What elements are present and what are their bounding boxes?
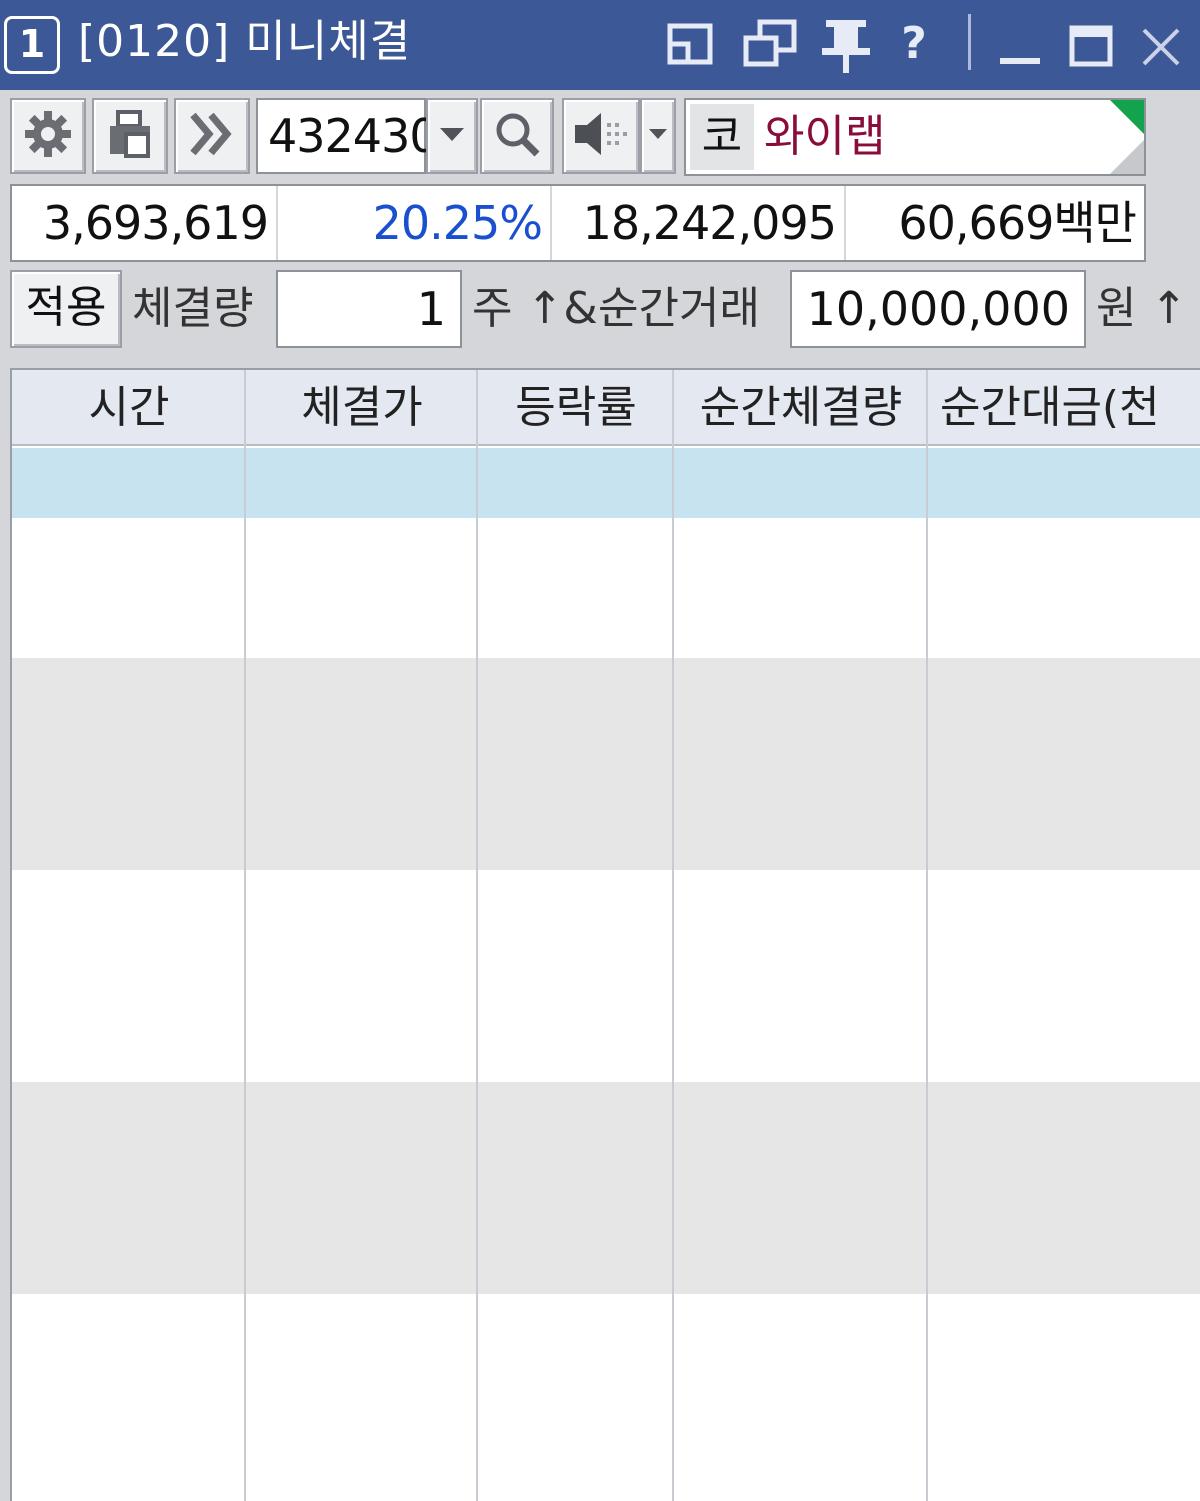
column-header-instant-amount[interactable]: 순간대금(천 <box>928 370 1200 446</box>
table-row[interactable] <box>12 1294 1200 1501</box>
table-row[interactable] <box>12 658 1200 870</box>
window-cascade-icon[interactable] <box>742 12 800 76</box>
minimize-icon[interactable] <box>996 12 1044 76</box>
column-header-time[interactable]: 시간 <box>12 370 246 446</box>
column-header-price[interactable]: 체결가 <box>246 370 478 446</box>
amount-filter-label: 순간거래 <box>598 283 760 334</box>
window-number-badge: 1 <box>4 16 60 74</box>
trade-grid[interactable]: 시간 체결가 등락률 순간체결량 순간대금(천 <box>10 368 1200 1501</box>
current-price: 3,693,619 <box>42 196 269 250</box>
pin-icon[interactable] <box>820 12 872 76</box>
corner-fold-icon <box>1110 140 1144 174</box>
column-divider <box>926 370 928 1501</box>
trade-volume: 18,242,095 <box>550 186 844 260</box>
link-screen-icon <box>104 108 156 164</box>
change-rate: 20.25% <box>276 186 550 260</box>
table-row[interactable] <box>12 518 1200 658</box>
stock-name: 와이랩 <box>764 111 886 162</box>
table-row[interactable] <box>12 1082 1200 1294</box>
stock-code-input[interactable]: 432430 <box>256 98 439 174</box>
gear-icon <box>23 109 73 163</box>
market-badge: 코 <box>690 104 754 170</box>
selected-row[interactable] <box>12 448 1200 518</box>
trade-amount: 60,669백만 <box>844 186 1144 260</box>
column-divider <box>672 370 674 1501</box>
titlebar-separator <box>968 14 971 70</box>
column-divider <box>244 370 246 1501</box>
sound-dropdown-button[interactable] <box>640 98 676 174</box>
stock-code-dropdown-button[interactable] <box>426 98 478 174</box>
title-bar: 1 [0120] 미니체결 ? <box>0 0 1200 90</box>
window-title: [0120] 미니체결 <box>78 16 412 67</box>
search-button[interactable] <box>480 98 554 174</box>
column-divider <box>476 370 478 1501</box>
maximize-icon[interactable] <box>1066 12 1116 76</box>
chevron-down-icon <box>438 124 466 148</box>
close-icon[interactable] <box>1138 12 1184 76</box>
next-screen-button[interactable] <box>174 98 250 174</box>
double-chevron-right-icon <box>187 109 237 163</box>
link-screen-button[interactable] <box>92 98 168 174</box>
search-icon <box>492 109 542 163</box>
volume-filter-label: 체결량 <box>132 283 254 334</box>
help-icon[interactable]: ? <box>890 12 938 76</box>
column-header-instant-volume[interactable]: 순간체결량 <box>674 370 928 446</box>
volume-filter-unit: 주 ↑& <box>472 283 598 334</box>
column-header-change-rate[interactable]: 등락률 <box>478 370 674 446</box>
amount-filter-unit: 원 ↑ <box>1096 283 1188 334</box>
chevron-down-icon <box>647 126 669 146</box>
quote-row: 3,693,619 20.25% 18,242,095 60,669백만 <box>10 184 1146 262</box>
settings-button[interactable] <box>10 98 86 174</box>
sound-button[interactable] <box>562 98 640 174</box>
status-flag-icon <box>1110 100 1144 134</box>
amount-filter-input[interactable]: 10,000,000 <box>790 270 1086 348</box>
speaker-icon <box>571 109 631 163</box>
table-row[interactable] <box>12 870 1200 1082</box>
stock-name-box[interactable]: 코 와이랩 <box>684 98 1146 176</box>
apply-button[interactable]: 적용 <box>10 270 122 348</box>
stock-code-value[interactable]: 432430 <box>268 100 439 172</box>
volume-filter-input[interactable]: 1 <box>276 270 462 348</box>
window-restore-icon[interactable] <box>664 12 720 76</box>
grid-header: 시간 체결가 등락률 순간체결량 순간대금(천 <box>12 370 1200 446</box>
